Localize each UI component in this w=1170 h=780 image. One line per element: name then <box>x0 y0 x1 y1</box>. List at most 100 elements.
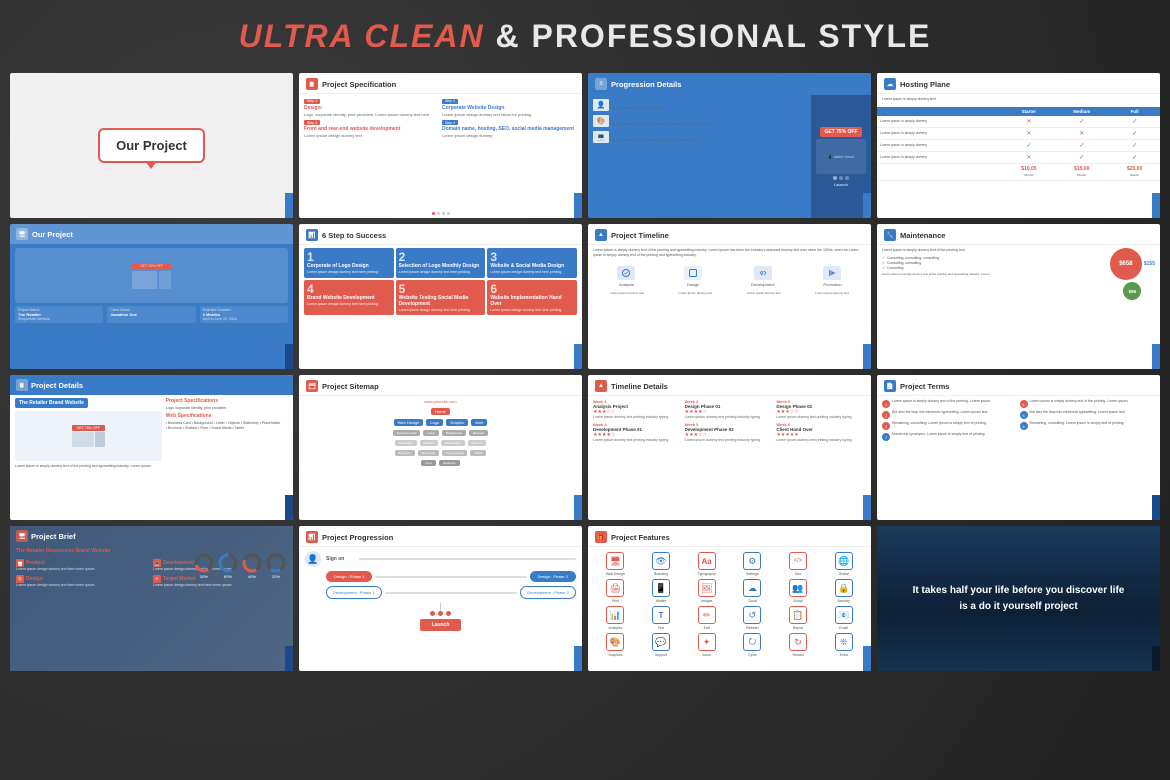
features-title: Project Features <box>611 533 670 542</box>
maintenance-left: Lorem ipsum is simply dummy text of the … <box>882 248 1106 300</box>
hosting-table: Starter Medium Full Lorem ipsum is simpl… <box>877 107 1160 181</box>
term-2: 2 But also the leap into electronic type… <box>882 410 1018 419</box>
slide-tag <box>574 646 582 671</box>
slide-quote: It takes half your life before you disco… <box>877 526 1160 671</box>
prog-info-2: Design Lorem ipsum dolor sit, E-Corporat… <box>612 116 710 126</box>
prog-icon: ≡ <box>595 78 607 90</box>
spec-tag-4: Step 4 <box>442 120 458 125</box>
dev-phase-2: Development : Phase 2 <box>520 586 576 599</box>
prog-connector <box>359 558 576 560</box>
progression-title: Project Progression <box>322 533 393 542</box>
design-phase-2: Design : Phase 2 <box>530 571 576 582</box>
slide-tag <box>285 495 293 520</box>
term-7: 7 Numerous synonyms. Lorem ipsum is simp… <box>882 432 1018 441</box>
details-icon: 📋 <box>16 379 28 391</box>
slide-project-details: 📋 Project Details The Retailer Brand Web… <box>10 375 293 520</box>
spec-text-4: Lorem ipsum design dummy <box>442 133 577 138</box>
slide-tag <box>285 344 293 369</box>
slide-title: Project Specification <box>322 80 396 89</box>
td-item-1: Week 1 Analysis Project ★★★☆☆ Lorem ipsu… <box>593 399 683 420</box>
brief-design: 🎨 Design Lorem ipsum design dummy text h… <box>16 575 150 588</box>
slide-progression-details: ≡ Progression Details 👤 Sign on Lorem ip… <box>588 73 871 218</box>
slide-project-progression: 📊 Project Progression 👤 Sign on Design :… <box>299 526 582 671</box>
feature-icons: ✦ Icons <box>685 633 728 657</box>
hosting-title: Hosting Plane <box>900 80 950 89</box>
spec-tag-2: Step 2 <box>442 99 458 104</box>
slide-hosting-plan: ☁ Hosting Plane Lorem ipsum is simply du… <box>877 73 1160 218</box>
feature-print: 🖨 Print <box>594 579 637 603</box>
prog-info-3: Development Lorem ipsum some development… <box>612 132 698 142</box>
details-title: Project Details <box>31 381 83 390</box>
step-title: 6 Step to Success <box>322 231 386 240</box>
spec-label-3: Front and rear-end website development <box>304 126 439 132</box>
spec-label-2: Corporate Website Design <box>442 105 577 111</box>
slide-project-specification: 📋 Project Specification Step 1 Design: L… <box>299 73 582 218</box>
speech-bubble: Our Project <box>98 128 205 163</box>
th-full: Full <box>1109 107 1160 116</box>
feature-global: 🌐 Global <box>822 552 865 576</box>
th-medium: Medium <box>1054 107 1109 116</box>
timeline-phase-texts: Lorem ipsum dummy text Lorem ipsum dummy… <box>588 289 871 297</box>
spec-text-3: Lorem ipsum design dummy text <box>304 133 439 138</box>
td-item-3: Week 3 Design Phase 02 ★★★☆☆ Lorem ipsum… <box>776 399 866 420</box>
feature-security: 🔒 Security <box>822 579 865 603</box>
prog-sign-label: Sign on <box>326 556 354 562</box>
prog-info-1: Sign on Lorem ipsum dummy text printing <box>612 100 664 110</box>
timeline-intro: Lorem ipsum is simply dummy text of the … <box>588 245 871 261</box>
term-3: 3 Remaining, consulting. Lorem ipsum is … <box>882 421 1018 430</box>
ourproject-header: 🖥 Our Project <box>10 224 293 244</box>
feature-email: 📧 Email <box>822 606 865 630</box>
timeline-header: ▲ Project Timeline <box>588 224 871 245</box>
header-ampersand: & <box>495 18 520 54</box>
hosting-text: Lorem ipsum is simply dummy text <box>877 94 1160 105</box>
terms-header: 📄 Project Terms <box>877 375 1160 396</box>
step-6: 6 Website Implementation Hand Over Lorem… <box>487 280 577 316</box>
th-starter: Starter <box>1004 107 1055 116</box>
slide-timeline-details: ▲ Timeline Details Week 1 Analysis Proje… <box>588 375 871 520</box>
prog-sign-on-row: 👤 Sign on <box>305 551 576 567</box>
sitemap-sub-row-2: Stationery Objects Placeholder Buttons <box>304 439 577 447</box>
feature-refresh: ↺ Refresh <box>731 606 774 630</box>
prog-icon-2: 🎨 <box>593 115 609 127</box>
maintenance-title: Maintenance <box>900 231 945 240</box>
td-item-4: Week 4 Development Phase 01 ★★★★☆ Lorem … <box>593 422 683 443</box>
step-4: 4 Brand Website Development Lorem ipsum … <box>304 280 394 316</box>
meta-row: Project Name: The Retailer Responsive We… <box>15 306 288 323</box>
feature-branding: 👁 Branding <box>640 552 683 576</box>
device-mockup: GET 75% OFF <box>15 248 288 303</box>
progression-icon: 📊 <box>306 531 318 543</box>
slide-tag <box>285 646 293 671</box>
hosting-icon: ☁ <box>884 78 896 90</box>
feature-cloud: ☁ Cloud <box>731 579 774 603</box>
details-device-preview: GET 75% OFF <box>15 411 162 461</box>
slide-project-features: 🎁 Project Features 🖥 Web Design 👁 Brandi… <box>588 526 871 671</box>
header: ULTRA CLEAN & PROFESSIONAL STYLE <box>0 0 1170 67</box>
slide-our-project-simple: Our Project <box>10 73 293 218</box>
term-1: 1 Lorem ipsum is simply dummy text of th… <box>882 399 1018 408</box>
launch-button: Launch <box>420 619 462 631</box>
header-title-part1: ULTRA CLEAN <box>239 18 485 54</box>
slide-our-project-device: 🖥 Our Project GET 75% OFF Project Name: … <box>10 224 293 369</box>
sitemap-sub-row-1: Business Card Letter Background Banners <box>304 429 577 437</box>
feature-settings: ⚙ Settings <box>731 552 774 576</box>
feature-graphics: 🎨 Graphics <box>594 633 637 657</box>
phase-promotion: Promotion <box>823 266 841 287</box>
sitemap-home: Home <box>431 408 450 415</box>
dev-phase-1: Development : Phase 1 <box>326 586 382 599</box>
prog-dev-row: Development : Phase 1 Development : Phas… <box>305 586 576 599</box>
timeline-details-title: Timeline Details <box>611 382 668 391</box>
ourproject-icon: 🖥 <box>16 228 28 240</box>
sitemap-home-row: Home <box>304 407 577 416</box>
ourproject-title: Our Project <box>32 230 73 239</box>
price-full: $25.00Month <box>1109 163 1160 180</box>
spec-grid: Step 1 Design: Logo, corporate identity,… <box>299 94 582 142</box>
details-right: Project Specifications Logo, corporate i… <box>166 398 288 515</box>
prog-icon-1: 👤 <box>593 99 609 111</box>
hosting-row-1: Lorem ipsum is simply dummy ✕ ✓ ✓ <box>877 116 1160 128</box>
steps-grid: 1 Corporate of Logo Design Lorem ipsum d… <box>299 245 582 318</box>
maintenance-body: Lorem ipsum is simply dummy text of the … <box>877 245 1160 303</box>
phase-design: Design <box>684 266 702 287</box>
prog-body: 👤 Sign on Lorem ipsum dummy text printin… <box>588 95 871 218</box>
prog-left: 👤 Sign on Lorem ipsum dummy text printin… <box>588 95 811 218</box>
details-left: The Retailer Brand Website GET 75% OFF L… <box>15 398 162 515</box>
